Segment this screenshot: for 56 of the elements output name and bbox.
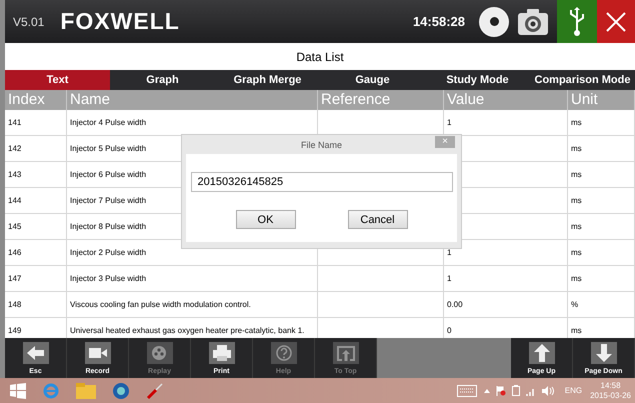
column-header: Index <box>5 90 67 110</box>
camera-icon[interactable] <box>517 6 549 36</box>
table-cell: 148 <box>5 292 67 318</box>
table-cell: 1 <box>444 266 568 292</box>
video-camera-icon <box>84 342 110 364</box>
table-cell: 141 <box>5 110 67 136</box>
record-icon[interactable] <box>479 6 509 36</box>
table-cell: ms <box>568 188 635 214</box>
table-cell: 0.00 <box>444 292 568 318</box>
tab[interactable]: Text <box>5 70 110 90</box>
brand-logo: FOXWELL <box>60 8 180 35</box>
battery-icon[interactable] <box>512 385 520 396</box>
printer-icon <box>208 342 234 364</box>
table-cell: ms <box>568 162 635 188</box>
speaker-icon[interactable] <box>542 386 554 396</box>
page-title: Data List <box>295 48 345 66</box>
column-header: Value <box>444 90 568 110</box>
windows-logo-icon[interactable] <box>10 382 26 398</box>
table-cell: ms <box>568 266 635 292</box>
question-mark-icon <box>270 342 296 364</box>
table-cell: 0 <box>444 318 568 338</box>
folder-icon[interactable] <box>76 382 96 398</box>
table-cell: ms <box>568 240 635 266</box>
chevron-up-icon[interactable] <box>484 388 490 392</box>
column-header: Name <box>67 90 318 110</box>
table-cell: Injector 4 Pulse width <box>67 110 318 136</box>
close-icon[interactable] <box>597 0 635 43</box>
table-cell: 1 <box>444 240 568 266</box>
file-name-field[interactable]: 20150326145825 <box>190 172 452 192</box>
table-cell: ms <box>568 136 635 162</box>
table-cell: 144 <box>5 188 67 214</box>
taskbar-time: 14:58 <box>600 380 621 390</box>
clock-time: 14:58:28 <box>412 14 465 29</box>
ok-button[interactable]: OK <box>236 210 296 229</box>
app-icon[interactable] <box>112 382 130 400</box>
column-header: Reference <box>318 90 444 110</box>
version-label: V5.01 <box>13 14 44 28</box>
table-cell: Injector 3 Pulse width <box>67 266 318 292</box>
table-cell: % <box>568 292 635 318</box>
table-cell: 145 <box>5 214 67 240</box>
table-cell: 143 <box>5 162 67 188</box>
table-cell: 147 <box>5 266 67 292</box>
film-reel-icon <box>146 342 172 364</box>
table-cell: 146 <box>5 240 67 266</box>
flag-icon[interactable] <box>496 386 506 396</box>
upload-tray-icon <box>332 342 358 364</box>
keyboard-icon[interactable] <box>456 384 477 396</box>
taskbar-date: 2015-03-26 <box>590 390 631 400</box>
cancel-button[interactable]: Cancel <box>348 210 408 229</box>
table-cell: Viscous cooling fan pulse width modulation control. <box>67 292 318 318</box>
table-cell: 142 <box>5 136 67 162</box>
screwdriver-icon[interactable] <box>146 382 164 400</box>
table-cell: ms <box>568 110 635 136</box>
usb-icon[interactable] <box>557 0 597 43</box>
column-header: Unit <box>568 90 635 110</box>
table-cell: ms <box>568 214 635 240</box>
